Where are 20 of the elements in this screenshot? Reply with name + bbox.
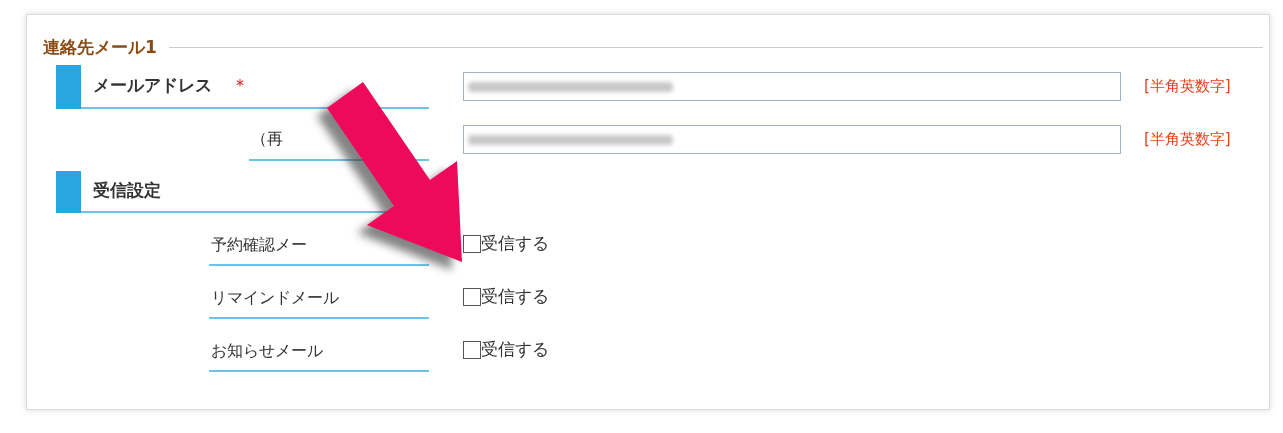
section-title: 連絡先メール1 [43, 36, 157, 59]
email-field[interactable] [463, 72, 1121, 101]
checkbox[interactable] [463, 234, 481, 253]
label-marker [56, 64, 81, 109]
input-hint: [半角英数字] [1144, 76, 1231, 98]
option-label: お知らせメール [211, 339, 323, 362]
checkbox[interactable] [463, 287, 481, 306]
checkbox[interactable] [463, 340, 481, 359]
required-mark: * [236, 74, 244, 97]
checkbox-label: 受信する [481, 338, 549, 361]
section-label: 受信設定 [93, 178, 161, 202]
option-label: 予約確認メー [211, 233, 307, 256]
checkbox-label: 受信する [481, 285, 549, 308]
checkbox-label: 受信する [481, 232, 549, 255]
field-label: （再 [251, 127, 283, 150]
email-field[interactable] [463, 125, 1121, 154]
field-label: メールアドレス [93, 73, 212, 97]
label-marker [56, 170, 81, 213]
option-label: リマインドメール [211, 286, 339, 309]
input-hint: [半角英数字] [1144, 129, 1231, 151]
